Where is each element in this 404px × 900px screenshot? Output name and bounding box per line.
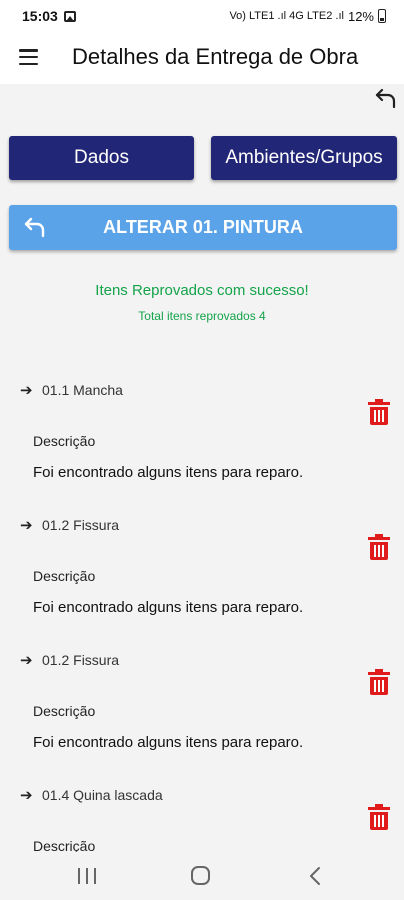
item-code: 01.2 Fissura [42,652,120,668]
arrow-right-icon: ➔ [20,787,33,804]
arrow-right-icon: ➔ [20,517,33,534]
ambientes-grupos-button[interactable]: Ambientes/Grupos [211,136,397,180]
total-reprovados: Total itens reprovados 4 [138,309,266,323]
undo-arrow-icon[interactable] [374,86,398,110]
app-bar: Detalhes da Entrega de Obra [0,32,404,84]
status-indicators: Vo) LTE1 .ıl 4G LTE2 .ıl 12% [229,9,386,24]
item-code: 01.1 Mancha [42,382,123,398]
description-text: Foi encontrado alguns itens para reparo. [33,464,304,481]
trash-icon[interactable] [368,804,390,830]
arrow-right-icon: ➔ [20,652,33,669]
signal-indicators: Vo) LTE1 .ıl 4G LTE2 .ıl [229,10,344,22]
trash-icon[interactable] [368,399,390,425]
dados-button[interactable]: Dados [9,136,194,180]
list-item: ➔ 01.2 Fissura Descrição Foi encontrado … [0,647,404,782]
trash-icon[interactable] [368,669,390,695]
hamburger-menu-icon[interactable] [19,49,38,65]
success-message: Itens Reprovados com sucesso! [95,282,309,299]
item-code: 01.2 Fissura [42,517,120,533]
alterar-label: ALTERAR 01. PINTURA [103,217,303,237]
back-arrow-icon[interactable] [23,215,47,239]
description-label: Descrição [33,838,96,852]
alterar-pintura-bar[interactable]: ALTERAR 01. PINTURA [9,205,397,250]
description-label: Descrição [33,703,96,719]
description-label: Descrição [33,568,96,584]
status-bar: 15:03 Vo) LTE1 .ıl 4G LTE2 .ıl 12% [0,0,404,32]
trash-icon[interactable] [368,534,390,560]
description-label: Descrição [33,433,96,449]
nav-back-icon[interactable] [306,866,326,886]
battery-icon [378,9,386,23]
page-title: Detalhes da Entrega de Obra [72,44,359,69]
arrow-right-icon: ➔ [20,382,33,399]
item-code: 01.4 Quina lascada [42,787,163,803]
battery-percent: 12% [347,8,374,24]
list-item: ➔ 01.2 Fissura Descrição Foi encontrado … [0,512,404,647]
description-text: Foi encontrado alguns itens para reparo. [33,734,304,751]
system-nav-bar [0,852,404,900]
description-text: Foi encontrado alguns itens para reparo. [33,599,304,616]
list-item: ➔ 01.1 Mancha Descrição Foi encontrado a… [0,377,404,512]
status-time: 15:03 [22,8,58,24]
home-icon[interactable] [191,866,210,885]
recent-apps-icon[interactable] [78,868,96,884]
gallery-notification-icon [63,10,76,22]
list-item: ➔ 01.4 Quina lascada Descrição [0,782,404,852]
